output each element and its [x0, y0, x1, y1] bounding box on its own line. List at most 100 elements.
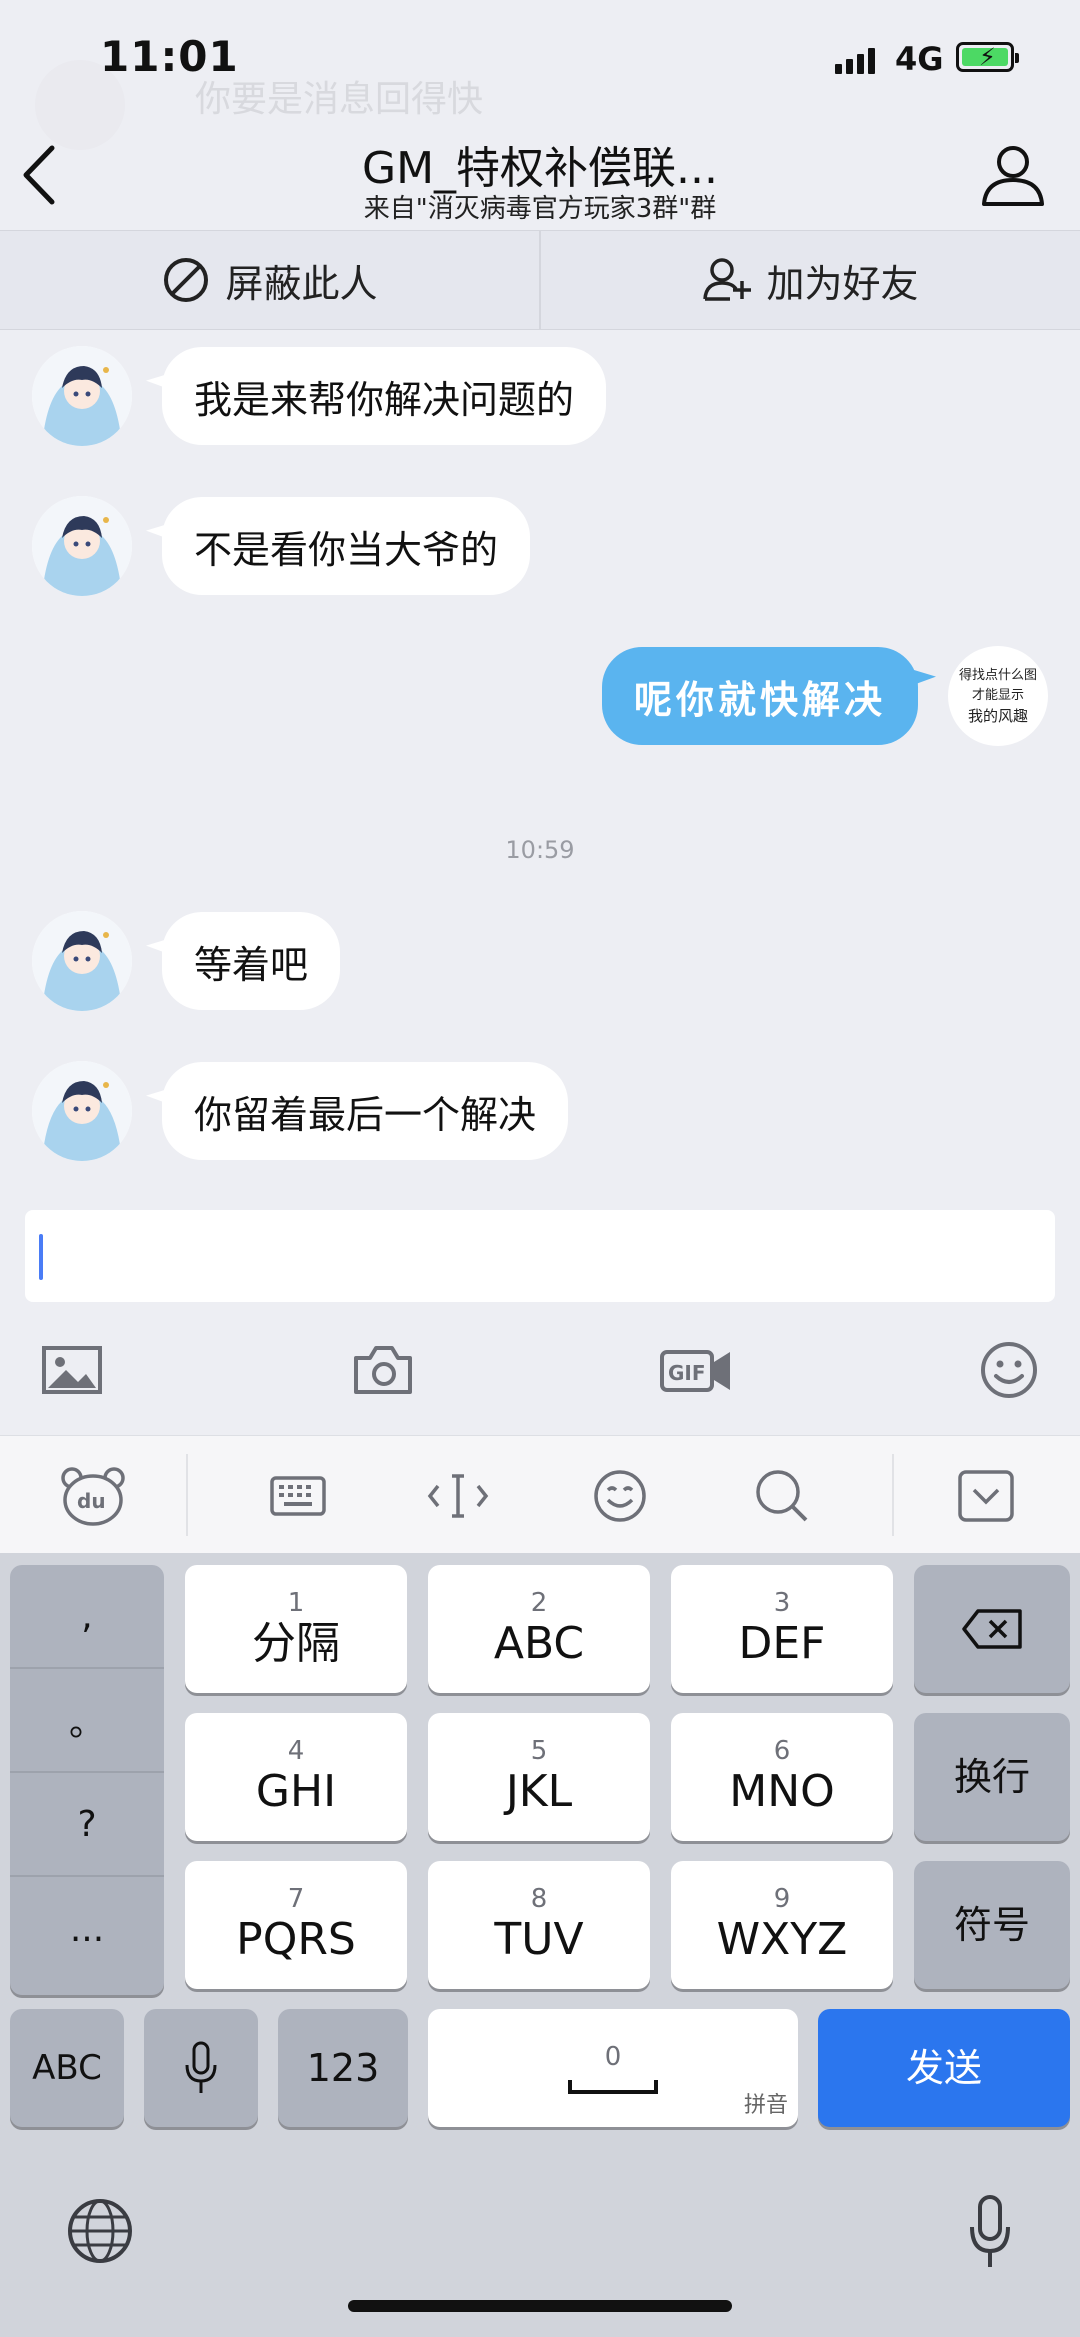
key-number: 3 [773, 1588, 791, 1618]
key-number: 8 [530, 1884, 548, 1914]
self-avatar-text: 我的风趣 [967, 707, 1028, 725]
key-9[interactable]: 9 WXYZ [671, 1861, 893, 1989]
pinyin-keyboard: , 。 ? ... 1 分隔 2 ABC 3 DEF 4 GHI 5 JKL 6… [0, 1553, 1080, 2337]
message-row: 不是看你当大爷的 [32, 496, 531, 596]
back-icon[interactable] [18, 140, 68, 210]
key-label: GHI [255, 1766, 337, 1817]
key-8[interactable]: 8 TUV [428, 1861, 650, 1989]
message-bubble-self[interactable]: 呢你就快解决 [601, 647, 918, 745]
message-row: 你留着最后一个解决 [32, 1061, 569, 1161]
key-number: 7 [287, 1884, 305, 1914]
message-bubble[interactable]: 不是看你当大爷的 [162, 497, 531, 595]
key-number: 6 [773, 1736, 791, 1766]
key-number: 4 [287, 1736, 305, 1766]
key-label: TUV [494, 1914, 584, 1965]
camera-icon[interactable] [348, 1340, 418, 1400]
message-timestamp: 10:59 [505, 836, 575, 864]
key-7[interactable]: 7 PQRS [185, 1861, 407, 1989]
message-input[interactable] [25, 1210, 1055, 1302]
key-label: MNO [729, 1766, 835, 1817]
key-4[interactable]: 4 GHI [185, 1713, 407, 1841]
key-label: 分隔 [252, 1618, 340, 1669]
nav-bar: GM_特权补偿联... 来自"消灭病毒官方玩家3群"群 [0, 120, 1080, 230]
backspace-key[interactable] [914, 1565, 1070, 1693]
add-friend-label: 加为好友 [766, 261, 919, 306]
voice-key[interactable] [144, 2009, 258, 2127]
contact-avatar[interactable] [32, 1061, 132, 1161]
baidu-bear-icon[interactable]: du [60, 1464, 126, 1528]
block-icon [164, 258, 209, 302]
battery-icon: ⚡ [956, 42, 1019, 72]
key-number: 5 [530, 1736, 548, 1766]
message-row-self: 呢你就快解决 得找点什么图 才能显示 我的风趣 [601, 646, 1048, 746]
add-user-icon [703, 258, 752, 301]
message-bubble[interactable]: 你留着最后一个解决 [162, 1062, 569, 1160]
search-icon[interactable] [750, 1464, 814, 1528]
globe-icon[interactable] [64, 2195, 136, 2267]
home-indicator[interactable] [348, 2300, 732, 2312]
key-label: DEF [738, 1618, 826, 1669]
punct-key[interactable]: ? [10, 1773, 164, 1877]
backspace-icon [962, 1609, 1022, 1649]
number-mode-key[interactable]: 123 [278, 2009, 408, 2127]
dictation-icon[interactable] [968, 2193, 1012, 2273]
key-3[interactable]: 3 DEF [671, 1565, 893, 1693]
key-label: 发送 [905, 2046, 982, 2090]
contact-avatar[interactable] [32, 346, 132, 446]
key-label: PQRS [236, 1914, 356, 1965]
key-label: 换行 [953, 1755, 1030, 1799]
chat-toolbar: GIF [0, 1320, 1080, 1420]
status-time: 11:01 [100, 32, 239, 81]
status-bar: 你要是消息回得快 11:01 4G ⚡ [0, 0, 1080, 150]
text-cursor [39, 1234, 43, 1280]
gif-icon[interactable]: GIF [658, 1340, 734, 1400]
self-avatar[interactable]: 得找点什么图 才能显示 我的风趣 [948, 646, 1048, 746]
key-number: 1 [287, 1588, 305, 1618]
emoji-keyboard-icon[interactable] [588, 1464, 652, 1528]
message-row: 我是来帮你解决问题的 [32, 346, 607, 446]
message-bubble[interactable]: 我是来帮你解决问题的 [162, 347, 607, 445]
key-label: 123 [306, 2046, 380, 2090]
profile-icon[interactable] [978, 140, 1048, 210]
hide-keyboard-icon[interactable] [954, 1464, 1018, 1528]
key-6[interactable]: 6 MNO [671, 1713, 893, 1841]
key-1[interactable]: 1 分隔 [185, 1565, 407, 1693]
signal-icon [835, 48, 875, 74]
contact-avatar[interactable] [32, 911, 132, 1011]
self-avatar-text: 才能显示 [971, 688, 1024, 703]
message-bubble[interactable]: 等着吧 [162, 912, 341, 1010]
key-label: ABC [493, 1618, 585, 1669]
block-user-label: 屏蔽此人 [225, 261, 378, 306]
image-icon[interactable] [38, 1340, 108, 1400]
action-bar: 屏蔽此人 加为好友 [0, 230, 1080, 330]
cursor-move-icon[interactable] [426, 1464, 490, 1528]
page-title: GM_特权补偿联... [361, 143, 719, 194]
message-row: 等着吧 [32, 911, 341, 1011]
page-subtitle: 来自"消灭病毒官方玩家3群"群 [363, 194, 717, 224]
punct-key[interactable]: , [10, 1565, 164, 1669]
contact-avatar[interactable] [32, 496, 132, 596]
pinyin-label: 拼音 [743, 2093, 788, 2118]
key-label: ABC [32, 2048, 102, 2088]
add-friend-button[interactable]: 加为好友 [539, 231, 1080, 329]
abc-key[interactable]: ABC [10, 2009, 124, 2127]
block-user-button[interactable]: 屏蔽此人 [0, 231, 539, 329]
space-key[interactable]: 0 拼音 [428, 2009, 798, 2127]
newline-key[interactable]: 换行 [914, 1713, 1070, 1841]
symbols-key[interactable]: 符号 [914, 1861, 1070, 1989]
key-number: 2 [530, 1588, 548, 1618]
send-button[interactable]: 发送 [818, 2009, 1070, 2127]
punctuation-column[interactable]: , 。 ? ... [10, 1565, 164, 1995]
microphone-icon [185, 2041, 217, 2093]
key-2[interactable]: 2 ABC [428, 1565, 650, 1693]
key-label: 符号 [953, 1903, 1030, 1947]
keyboard-icon[interactable] [266, 1464, 330, 1528]
key-number: 0 [604, 2042, 622, 2072]
key-label: WXYZ [716, 1914, 848, 1965]
key-5[interactable]: 5 JKL [428, 1713, 650, 1841]
keyboard-toolbar: du [0, 1435, 1080, 1553]
emoji-icon[interactable] [974, 1340, 1044, 1400]
punct-key[interactable]: 。 [10, 1669, 164, 1773]
svg-text:GIF: GIF [668, 1361, 706, 1385]
punct-key[interactable]: ... [10, 1877, 164, 1981]
